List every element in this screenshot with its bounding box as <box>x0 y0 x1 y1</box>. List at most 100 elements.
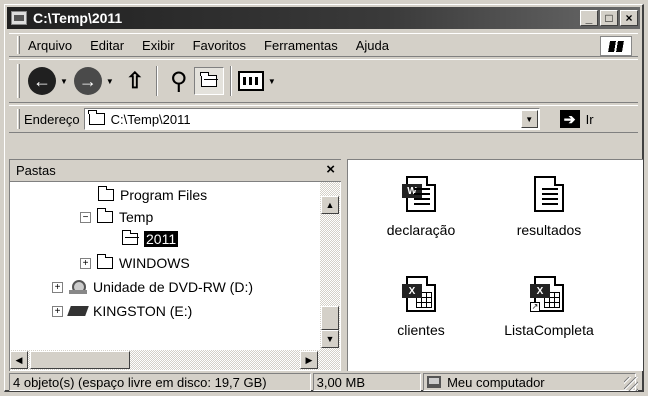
menu-ajuda[interactable]: Ajuda <box>356 38 389 53</box>
folder-icon <box>88 110 105 125</box>
tree-item-windows[interactable]: + WINDOWS <box>80 252 190 274</box>
computer-icon <box>427 376 442 388</box>
file-item-listacompleta[interactable]: X ↗ ListaCompleta <box>494 276 604 338</box>
folders-button[interactable] <box>193 67 224 95</box>
expand-icon[interactable]: + <box>52 305 63 317</box>
tree-item-label: Temp <box>119 209 154 225</box>
toolbar-separator <box>229 66 232 96</box>
tree-item-label: WINDOWS <box>119 255 190 271</box>
horizontal-scrollbar[interactable]: ◀ ▶ <box>10 350 340 370</box>
address-grip[interactable] <box>17 109 20 129</box>
folders-pane: Pastas × Program Files − Temp 2011 + WIN… <box>9 159 341 371</box>
maximize-button[interactable]: □ <box>600 10 618 26</box>
minimize-button[interactable]: _ <box>580 10 598 26</box>
menu-exibir[interactable]: Exibir <box>142 38 175 53</box>
folders-pane-close-icon[interactable]: × <box>326 161 335 178</box>
collapse-icon[interactable]: − <box>80 211 91 223</box>
toolbar-grip[interactable] <box>17 64 20 98</box>
status-location: Meu computador <box>423 373 636 391</box>
search-button[interactable]: ⚲ <box>164 67 194 95</box>
address-input[interactable]: C:\Temp\2011 ▼ <box>83 108 540 130</box>
up-folder-icon: ⇧ <box>125 68 145 93</box>
excel-badge: X <box>402 284 422 298</box>
excel-badge: X <box>530 284 550 298</box>
expand-icon[interactable]: + <box>52 281 63 293</box>
tree-item-temp[interactable]: − Temp <box>80 206 153 228</box>
tree-item-label: Unidade de DVD-RW (D:) <box>93 279 254 295</box>
tree-item-label: Program Files <box>120 187 208 203</box>
folders-pane-header: Pastas × <box>10 160 341 182</box>
file-item-resultados[interactable]: resultados <box>494 176 604 238</box>
file-item-declaracao[interactable]: W declaração <box>366 176 476 238</box>
scroll-up-button[interactable]: ▲ <box>321 196 339 214</box>
file-name: declaração <box>386 222 456 238</box>
folder-tree: Program Files − Temp 2011 + WINDOWS + Un… <box>10 182 320 348</box>
forward-arrow-icon: → <box>73 67 102 95</box>
close-button[interactable]: × <box>620 10 638 26</box>
tree-item-2011[interactable]: 2011 <box>121 228 179 250</box>
menu-grip[interactable] <box>17 36 20 54</box>
menu-favoritos[interactable]: Favoritos <box>193 38 246 53</box>
forward-dropdown-icon[interactable]: ▼ <box>106 77 114 86</box>
folder-window-icon <box>11 11 27 25</box>
horizontal-scroll-thumb[interactable] <box>30 351 130 369</box>
window-title: C:\Temp\2011 <box>33 10 123 26</box>
folders-pane-title: Pastas <box>16 163 56 178</box>
vertical-scrollbar[interactable]: ▲ ▼ <box>320 182 340 350</box>
expand-icon[interactable]: + <box>80 257 91 269</box>
explorer-window: C:\Temp\2011 _ □ × Arquivo Editar Exibir… <box>4 4 644 392</box>
go-arrow-icon: ➔ <box>559 110 580 128</box>
views-button[interactable]: ▼ <box>237 71 276 91</box>
back-button[interactable]: ← ▼ <box>28 67 68 95</box>
excel-shortcut-icon: X ↗ <box>530 276 564 312</box>
status-size: 3,00 MB <box>312 373 422 391</box>
status-location-label: Meu computador <box>447 374 545 390</box>
back-dropdown-icon[interactable]: ▼ <box>60 77 68 86</box>
address-dropdown-button[interactable]: ▼ <box>520 110 538 128</box>
toolbar-separator <box>155 66 158 96</box>
folder-icon <box>96 254 113 269</box>
up-folder-button[interactable]: ⇧ <box>120 67 150 95</box>
menu-bar: Arquivo Editar Exibir Favoritos Ferramen… <box>9 33 638 57</box>
usb-drive-icon <box>67 306 89 316</box>
scroll-down-button[interactable]: ▼ <box>321 330 339 348</box>
dvd-drive-icon <box>69 280 87 294</box>
text-document-icon <box>534 176 564 212</box>
word-document-icon: W <box>402 176 436 212</box>
address-bar: Endereço C:\Temp\2011 ▼ ➔ Ir <box>9 105 638 133</box>
menu-ferramentas[interactable]: Ferramentas <box>264 38 338 53</box>
file-name: clientes <box>397 322 445 338</box>
go-button[interactable]: ➔ Ir <box>559 110 594 128</box>
forward-button[interactable]: → ▼ <box>73 67 114 95</box>
tree-item-label: KINGSTON (E:) <box>93 303 193 319</box>
folder-icon <box>96 208 113 223</box>
menu-arquivo[interactable]: Arquivo <box>28 38 72 53</box>
resize-grip-icon[interactable] <box>624 377 638 391</box>
file-item-clientes[interactable]: X clientes <box>366 276 476 338</box>
excel-document-icon: X <box>402 276 436 312</box>
word-badge: W <box>402 184 422 198</box>
tree-item-dvd-drive[interactable]: + Unidade de DVD-RW (D:) <box>52 276 253 298</box>
tree-item-label: 2011 <box>144 231 179 247</box>
tree-item-kingston[interactable]: + KINGSTON (E:) <box>52 300 192 322</box>
go-label: Ir <box>585 111 594 127</box>
open-folder-icon <box>121 230 139 245</box>
scroll-left-button[interactable]: ◀ <box>10 351 28 369</box>
window-controls: _ □ × <box>580 10 638 26</box>
file-list-pane: W declaração resultados X clientes X ↗ L… <box>347 159 643 371</box>
views-dropdown-icon[interactable]: ▼ <box>268 77 276 86</box>
status-bar: 4 objeto(s) (espaço livre em disco: 19,7… <box>9 373 638 391</box>
back-arrow-icon: ← <box>28 67 56 95</box>
tree-item-program-files[interactable]: Program Files <box>97 184 208 206</box>
folders-icon <box>200 72 218 87</box>
address-label: Endereço <box>24 111 80 127</box>
folder-icon <box>97 186 114 201</box>
windows-logo-icon <box>600 36 632 56</box>
file-name: ListaCompleta <box>504 322 594 338</box>
scroll-right-button[interactable]: ▶ <box>300 351 318 369</box>
menu-editar[interactable]: Editar <box>90 38 124 53</box>
standard-toolbar: ← ▼ → ▼ ⇧ ⚲ ▼ <box>9 59 638 103</box>
vertical-scroll-thumb[interactable] <box>321 306 339 330</box>
title-bar[interactable]: C:\Temp\2011 _ □ × <box>7 7 640 29</box>
status-objects: 4 objeto(s) (espaço livre em disco: 19,7… <box>9 373 311 391</box>
